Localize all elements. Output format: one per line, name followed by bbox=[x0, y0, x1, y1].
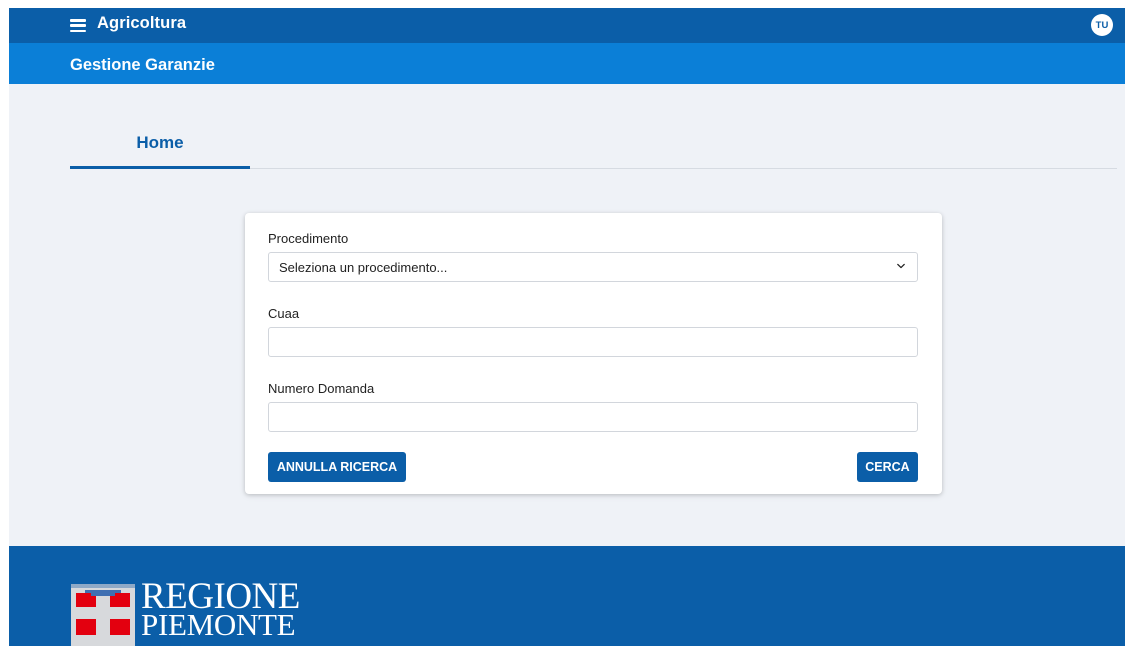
logo-text-line2: PIEMONTE bbox=[141, 607, 296, 642]
section-title: Gestione Garanzie bbox=[70, 56, 215, 74]
logo-text: REGIONE PIEMONTE bbox=[141, 578, 300, 642]
numero-domanda-label: Numero Domanda bbox=[268, 381, 375, 396]
hamburger-menu-icon[interactable] bbox=[70, 19, 86, 32]
numero-domanda-input[interactable] bbox=[268, 402, 918, 432]
tab-bar: Home bbox=[70, 128, 1117, 169]
tab-home-label: Home bbox=[136, 133, 184, 152]
footer: REGIONE PIEMONTE bbox=[9, 546, 1125, 646]
cuaa-input[interactable] bbox=[268, 327, 918, 357]
chevron-down-icon bbox=[897, 263, 905, 269]
search-button[interactable]: CERCA bbox=[857, 452, 918, 482]
tab-home[interactable]: Home bbox=[70, 128, 250, 169]
section-header: Gestione Garanzie bbox=[9, 43, 1125, 84]
procedimento-label: Procedimento bbox=[268, 231, 349, 246]
procedimento-select[interactable]: Seleziona un procedimento... bbox=[268, 252, 918, 282]
top-navbar: Agricoltura TU bbox=[9, 8, 1125, 43]
procedimento-selected-value: Seleziona un procedimento... bbox=[279, 259, 448, 275]
regione-piemonte-logo bbox=[71, 584, 135, 646]
user-avatar[interactable]: TU bbox=[1091, 14, 1113, 36]
reset-search-button[interactable]: ANNULLA RICERCA bbox=[268, 452, 406, 482]
app-title: Agricoltura bbox=[97, 14, 187, 32]
app-frame: Agricoltura TU Gestione Garanzie Home Pr… bbox=[9, 8, 1125, 646]
search-form-card: Procedimento Seleziona un procedimento..… bbox=[245, 213, 942, 494]
cuaa-label: Cuaa bbox=[268, 306, 300, 321]
